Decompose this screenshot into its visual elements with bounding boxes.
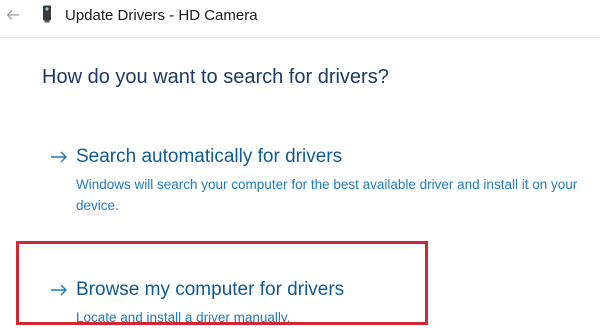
- browse-computer-title[interactable]: Browse my computer for drivers: [76, 279, 344, 301]
- search-automatically-title[interactable]: Search automatically for drivers: [76, 146, 342, 168]
- right-arrow-icon: [51, 284, 67, 296]
- title-bar: Update Drivers - HD Camera: [0, 0, 600, 38]
- back-button[interactable]: [2, 4, 24, 26]
- back-arrow-icon: [6, 10, 19, 20]
- search-automatically-description: Windows will search your computer for th…: [76, 177, 578, 213]
- camera-device-icon: [43, 5, 51, 23]
- search-automatically-option[interactable]: Search automatically for drivers Windows…: [50, 146, 590, 216]
- window-title: Update Drivers - HD Camera: [65, 7, 258, 24]
- right-arrow-icon: [51, 151, 67, 163]
- page-question: How do you want to search for drivers?: [42, 66, 389, 88]
- browse-computer-option[interactable]: Browse my computer for drivers Locate an…: [50, 279, 590, 328]
